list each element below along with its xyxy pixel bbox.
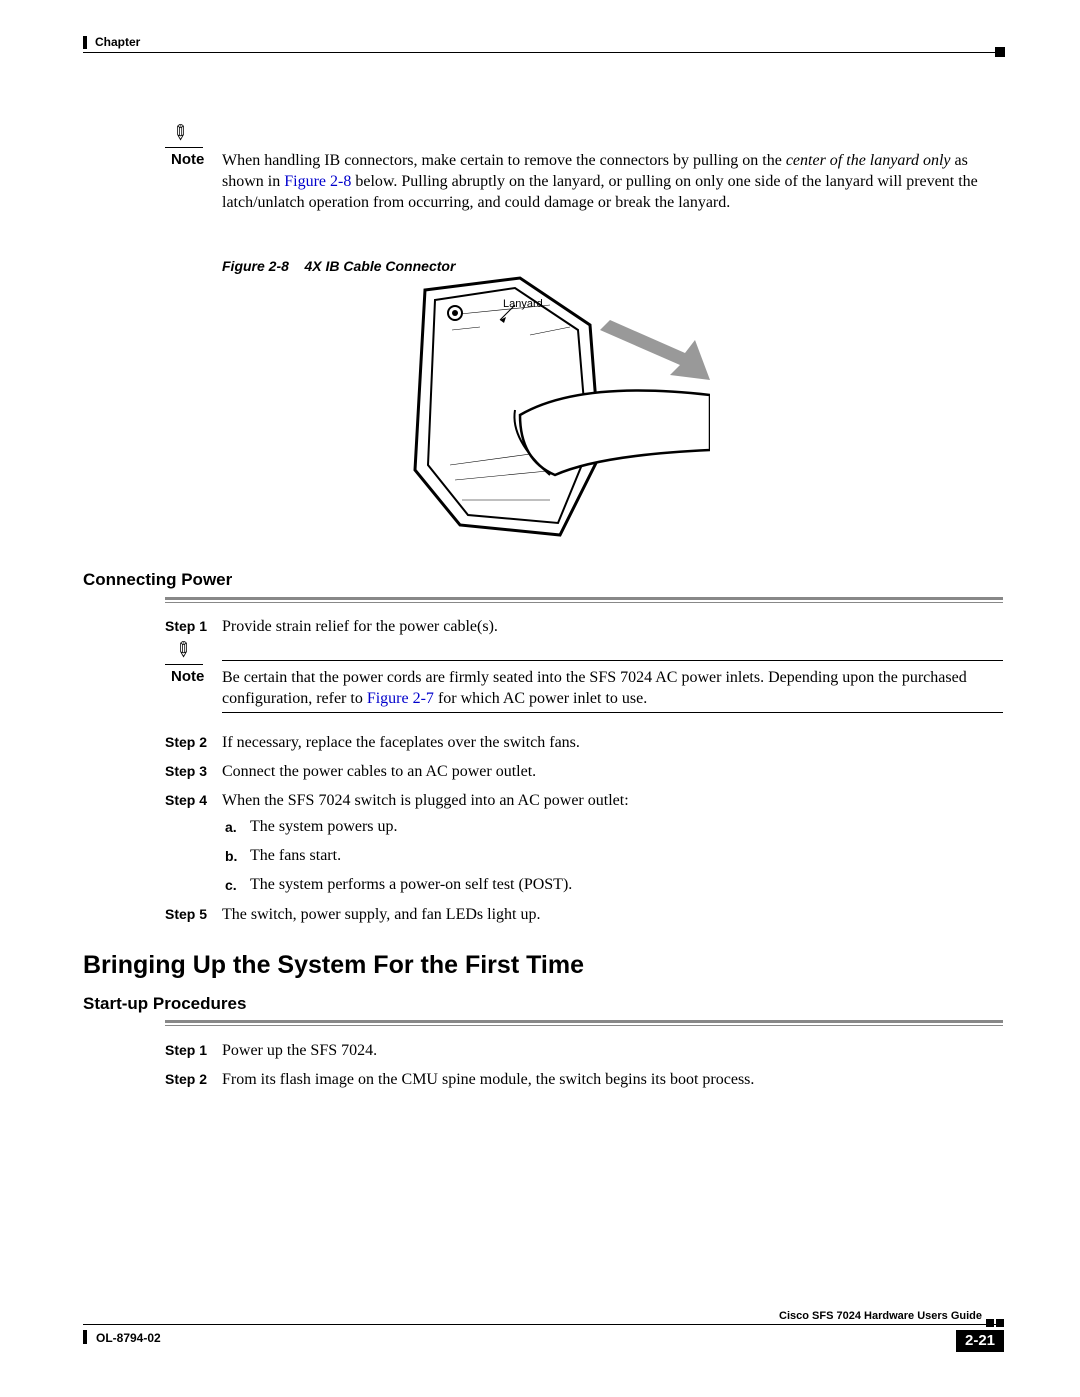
substep-label: c. [225,877,237,893]
footer-doc-title: Cisco SFS 7024 Hardware Users Guide [779,1310,982,1322]
header-square [995,47,1005,57]
header-chapter: Chapter [95,35,140,49]
page: Chapter ✎ Note When handling IB connecto… [0,0,1080,1397]
section-rule [165,1020,1003,1023]
note-separator [222,660,1003,661]
step-text: When the SFS 7024 switch is plugged into… [222,790,997,812]
step-text: Power up the SFS 7024. [222,1040,997,1062]
note-rule [165,147,203,148]
note-rule [165,664,203,665]
note-text: When handling IB connectors, make certai… [222,151,997,213]
heading-bringing-up: Bringing Up the System For the First Tim… [83,951,584,980]
step-text: Provide strain relief for the power cabl… [222,616,997,638]
footer-square [986,1319,994,1327]
figure-illustration [400,275,710,540]
note-text-italic: center of the lanyard only [786,152,951,169]
step-text: Connect the power cables to an AC power … [222,761,997,783]
footer-bar [83,1330,87,1344]
note-label: Note [171,668,204,685]
header-rule [83,52,1003,53]
section-rule [165,597,1003,600]
figure-link[interactable]: Figure 2-8 [284,173,351,190]
step-label: Step 2 [165,734,207,750]
substep-text: The fans start. [250,847,341,865]
substep-label: a. [225,819,237,835]
section-heading-startup: Start-up Procedures [83,994,246,1014]
substep-label: b. [225,848,237,864]
figure-caption: Figure 2-8 4X IB Cable Connector [222,258,455,274]
substep-text: The system performs a power-on self test… [250,876,572,894]
note-text: Be certain that the power cords are firm… [222,668,997,710]
footer-doc-number: OL-8794-02 [96,1331,161,1345]
pencil-icon: ✎ [174,640,191,661]
step-label: Step 4 [165,792,207,808]
pencil-icon: ✎ [171,123,188,144]
step-label: Step 2 [165,1071,207,1087]
substep-text: The system powers up. [250,818,398,836]
page-number: 2-21 [956,1330,1004,1352]
step-label: Step 5 [165,906,207,922]
note-separator [222,712,1003,713]
section-rule [165,1025,1003,1026]
step-label: Step 1 [165,1042,207,1058]
figure-link[interactable]: Figure 2-7 [367,690,434,707]
step-text: The switch, power supply, and fan LEDs l… [222,904,997,926]
step-text: From its flash image on the CMU spine mo… [222,1069,997,1091]
footer-square [996,1319,1004,1327]
step-text: If necessary, replace the faceplates ove… [222,732,997,754]
note-text-part: for which AC power inlet to use. [434,690,647,707]
figure-title: 4X IB Cable Connector [304,258,455,274]
footer-rule [83,1324,1003,1325]
section-heading-connecting-power: Connecting Power [83,570,232,590]
step-label: Step 1 [165,618,207,634]
figure-number: Figure 2-8 [222,258,289,274]
header-bar [83,36,87,49]
note-text-part: When handling IB connectors, make certai… [222,152,786,169]
lanyard-label: Lanyard [503,298,543,310]
note-label: Note [171,151,204,168]
section-rule [165,602,1003,603]
step-label: Step 3 [165,763,207,779]
